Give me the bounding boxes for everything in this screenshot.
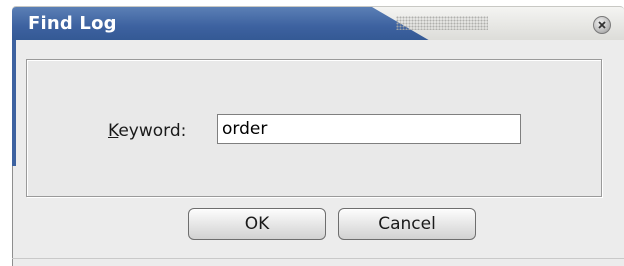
dialog-bottom-divider bbox=[12, 258, 624, 259]
title-bar[interactable]: Find Log bbox=[12, 6, 624, 42]
keyword-label-accelerator: K bbox=[108, 121, 119, 141]
ok-button[interactable]: OK bbox=[188, 208, 326, 240]
window-left-accent bbox=[12, 40, 16, 166]
cancel-button-label: Cancel bbox=[378, 214, 436, 234]
close-glyph bbox=[598, 21, 606, 29]
title-bar-grip bbox=[396, 16, 488, 30]
keyword-label: Keyword: bbox=[108, 121, 186, 141]
window-title: Find Log bbox=[28, 13, 117, 34]
keyword-input[interactable] bbox=[217, 114, 521, 144]
find-log-dialog: Find Log Keyword: OK Cancel bbox=[12, 6, 624, 266]
ok-button-label: OK bbox=[244, 214, 270, 234]
keyword-label-text: eyword: bbox=[118, 121, 187, 141]
cancel-button[interactable]: Cancel bbox=[338, 208, 476, 240]
close-icon[interactable] bbox=[593, 16, 611, 34]
